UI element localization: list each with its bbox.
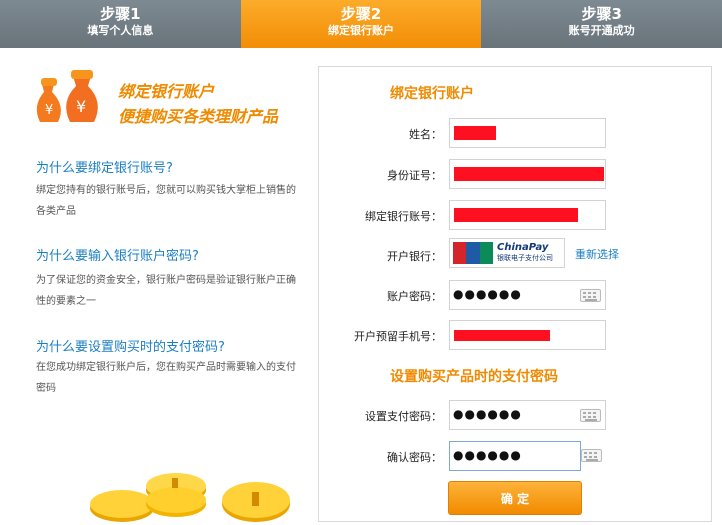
id-number-label: 身份证号：	[387, 169, 442, 182]
faq-question-3: 为什么要设置购买时的支付密码?	[36, 340, 225, 355]
step-1-label: 填写个人信息	[87, 24, 154, 37]
bank-account-field[interactable]	[449, 200, 606, 230]
step-3: 步骤3 账号开通成功	[481, 0, 722, 48]
promo-line-2: 便捷购买各类理财产品	[118, 107, 279, 126]
chinapay-subtext: 银联电子支付公司	[497, 254, 553, 262]
confirm-password-label: 确认密码：	[387, 451, 442, 464]
gold-coins-icon	[90, 473, 290, 522]
redacted-value	[454, 167, 604, 181]
redacted-value	[454, 208, 578, 222]
id-number-field[interactable]	[449, 159, 606, 189]
account-password-label: 账户密码：	[387, 290, 442, 303]
step-2: 步骤2 绑定银行账户	[240, 0, 482, 48]
yen-symbol-left: ¥	[45, 103, 53, 118]
faq-question-1: 为什么要绑定银行账号?	[36, 161, 173, 176]
set-pay-password-value: ●●●●●●	[453, 407, 522, 421]
phone-field[interactable]	[449, 320, 606, 350]
yen-symbol-right: ¥	[76, 97, 86, 116]
promo-line-1: 绑定银行账户	[118, 82, 215, 101]
chinapay-text: ChinaPay	[497, 242, 549, 253]
rechoose-bank-link[interactable]: 重新选择	[575, 246, 619, 262]
step-3-label: 账号开通成功	[568, 24, 635, 37]
confirm-password-value: ●●●●●●	[453, 448, 522, 462]
keyboard-icon[interactable]	[581, 449, 602, 462]
money-bag-icon: ¥ ¥	[36, 70, 98, 122]
faq-question-2: 为什么要输入银行账户密码?	[36, 249, 199, 264]
keyboard-icon[interactable]	[580, 289, 601, 302]
bank-label: 开户银行：	[387, 250, 442, 263]
progress-steps: 步骤1 填写个人信息 步骤2 绑定银行账户 步骤3 账号开通成功	[0, 0, 722, 48]
name-field[interactable]	[449, 118, 606, 148]
redacted-value	[454, 330, 550, 341]
faq-answer-3: 在您成功绑定银行账户后，您在购买产品时需要输入的支付密码	[36, 362, 296, 394]
step-1-number: 步骤1	[100, 5, 141, 23]
phone-label: 开户预留手机号：	[354, 330, 442, 343]
confirm-button[interactable]: 确 定	[448, 481, 582, 515]
chinapay-bank-logo: ChinaPay 银联电子支付公司	[449, 238, 565, 268]
keyboard-icon[interactable]	[580, 409, 601, 422]
section-title-payment-password: 设置购买产品时的支付密码	[390, 369, 558, 385]
name-label: 姓名：	[409, 128, 442, 141]
redacted-value	[454, 126, 496, 140]
step-1: 步骤1 填写个人信息	[0, 0, 241, 48]
set-pay-password-field[interactable]: ●●●●●●	[449, 400, 606, 430]
step-2-label: 绑定银行账户	[328, 24, 394, 37]
section-title-bind-account: 绑定银行账户	[390, 86, 474, 102]
account-password-field[interactable]: ●●●●●●	[449, 280, 606, 310]
unionpay-logo-icon	[453, 242, 493, 264]
faq-answer-1: 绑定您持有的银行账号后，您就可以购买钱大掌柜上销售的各类产品	[36, 185, 296, 217]
step-2-number: 步骤2	[340, 5, 382, 23]
step-3-number: 步骤3	[581, 5, 622, 23]
faq-answer-2: 为了保证您的资金安全，银行账户密码是验证银行账户正确性的要素之一	[36, 275, 296, 307]
account-password-value: ●●●●●●	[453, 287, 522, 301]
bank-account-label: 绑定银行账号：	[365, 210, 442, 223]
confirm-password-field[interactable]: ●●●●●●	[449, 441, 581, 471]
set-pay-password-label: 设置支付密码：	[365, 410, 442, 423]
